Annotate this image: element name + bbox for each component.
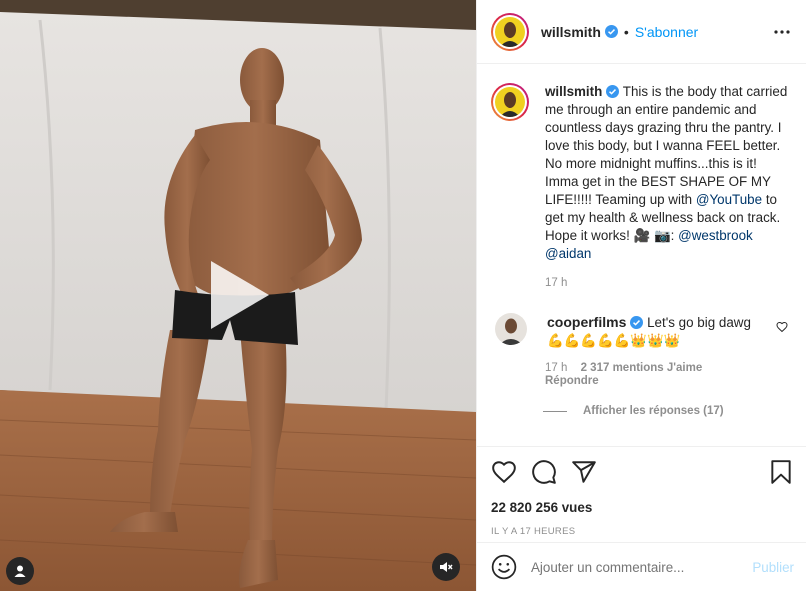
verified-badge-icon [604, 25, 618, 38]
comment-text: cooperfilms Let's go big dawg 💪💪💪💪💪👑👑👑 [547, 313, 767, 350]
mention-aidan[interactable]: @aidan [545, 246, 591, 261]
add-comment-bar: Publier [477, 542, 806, 591]
comment-input[interactable] [531, 559, 731, 575]
more-horizontal-icon [774, 29, 790, 34]
view-replies-label: Afficher les réponses (17) [583, 405, 724, 417]
avatar-image [495, 87, 525, 117]
post-details-panel: willsmith • S'abonner willsmith This is … [476, 0, 806, 591]
comment-item: cooperfilms Let's go big dawg 💪💪💪💪💪👑👑👑 [491, 313, 792, 350]
comment-likes[interactable]: 2 317 mentions J'aime [581, 362, 703, 374]
comment-emojis: 💪💪💪💪💪👑👑👑 [547, 333, 681, 348]
comment-body: Let's go big dawg [647, 315, 751, 330]
caption-username[interactable]: willsmith [545, 84, 602, 99]
commenter-avatar[interactable] [495, 313, 527, 345]
caption-author-avatar[interactable] [491, 83, 529, 121]
emoji-icon[interactable] [491, 554, 517, 580]
verified-badge-icon [630, 316, 644, 329]
avatar-image [495, 16, 525, 47]
post-caption: willsmith This is the body that carried … [491, 83, 792, 263]
follow-button[interactable]: S'abonner [635, 24, 698, 40]
caption-text: willsmith This is the body that carried … [545, 83, 792, 263]
tagged-users-button[interactable] [6, 557, 34, 585]
post-header: willsmith • S'abonner [477, 0, 806, 64]
caption-timestamp[interactable]: 17 h [545, 277, 792, 289]
bookmark-icon[interactable] [768, 459, 794, 485]
verified-badge-icon [606, 85, 620, 98]
heart-icon[interactable] [776, 321, 788, 333]
reply-button[interactable]: Répondre [545, 375, 792, 387]
mute-button[interactable] [432, 553, 460, 581]
post-video[interactable] [0, 0, 476, 591]
comment-meta: 17 h 2 317 mentions J'aime Répondre [545, 362, 792, 387]
share-icon[interactable] [571, 459, 597, 485]
author-avatar[interactable] [491, 12, 529, 51]
photo-credit-prefix: 🎥 📷: [633, 228, 675, 243]
divider-line [543, 410, 567, 412]
user-icon [14, 565, 26, 577]
comment-icon[interactable] [531, 459, 557, 485]
heart-icon[interactable] [491, 459, 517, 485]
post-date[interactable]: IL Y A 17 HEURES [491, 526, 794, 537]
view-count[interactable]: 22 820 256 vues [491, 500, 794, 515]
mention-westbrook[interactable]: @westbrook [678, 228, 753, 243]
commenter-username[interactable]: cooperfilms [547, 314, 626, 330]
action-icons [491, 457, 794, 487]
play-button[interactable] [197, 255, 277, 335]
play-icon [211, 261, 269, 329]
publish-button[interactable]: Publier [752, 560, 794, 575]
comments-section: willsmith This is the body that carried … [477, 65, 806, 445]
view-replies-button[interactable]: Afficher les réponses (17) [543, 405, 792, 417]
author-username[interactable]: willsmith [541, 24, 601, 40]
separator-dot: • [623, 23, 629, 40]
caption-body: This is the body that carried me through… [545, 84, 788, 207]
mention-youtube[interactable]: @YouTube [696, 192, 762, 207]
speaker-muted-icon [440, 562, 453, 572]
post-actions: 22 820 256 vues IL Y A 17 HEURES [477, 446, 806, 537]
more-options-button[interactable] [770, 20, 794, 44]
instagram-post: willsmith • S'abonner willsmith This is … [0, 0, 806, 591]
comment-timestamp[interactable]: 17 h [545, 362, 567, 374]
